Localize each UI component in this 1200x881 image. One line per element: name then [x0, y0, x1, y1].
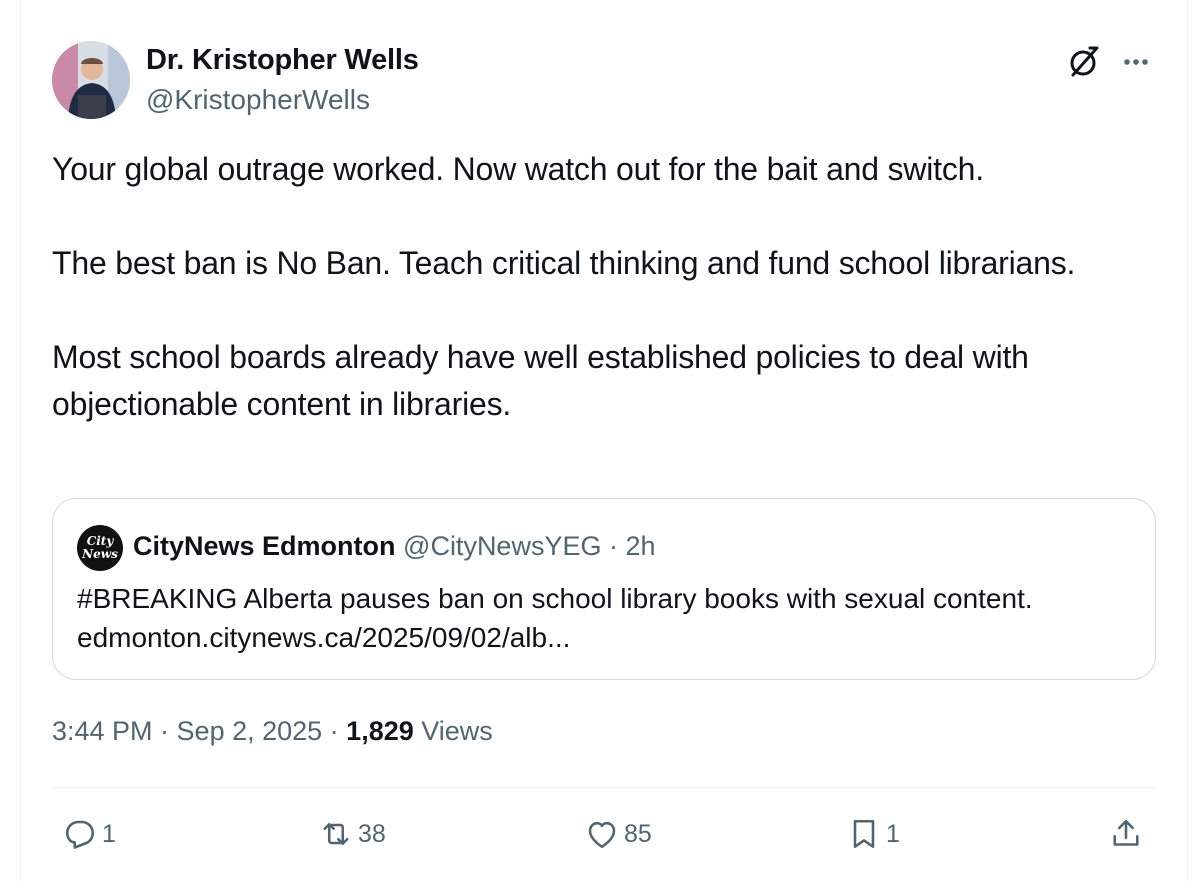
bookmark-count: 1 [886, 819, 900, 848]
retweet-icon [323, 822, 349, 846]
share-button[interactable] [1108, 814, 1144, 854]
like-button[interactable]: 85 [584, 814, 652, 854]
like-count: 85 [624, 819, 652, 848]
reply-count: 1 [102, 819, 116, 848]
quoted-tweet-header: CityNews Edmonton @CityNewsYEG · 2h [133, 531, 656, 562]
quoted-tweet-text: #BREAKING Alberta pauses ban on school l… [77, 579, 1137, 657]
quoted-author-name: CityNews Edmonton [133, 531, 396, 561]
logo-text: City [86, 534, 114, 548]
reply-icon [65, 820, 95, 849]
author-display-name[interactable]: Dr. Kristopher Wells [146, 44, 419, 77]
views-count: 1,829 [346, 716, 414, 746]
tweet-metadata: 3:44 PM · Sep 2, 2025 · 1,829 Views [52, 716, 493, 747]
retweet-count: 38 [358, 819, 386, 848]
heart-icon [588, 821, 616, 849]
grok-icon[interactable] [1066, 44, 1102, 80]
retweet-button[interactable]: 38 [318, 814, 386, 854]
author-avatar[interactable] [52, 41, 130, 119]
quoted-tweet-line: #BREAKING Alberta pauses ban on school l… [77, 583, 1033, 614]
tweet-text: Your global outrage worked. Now watch ou… [52, 146, 1152, 428]
logo-text: News [82, 547, 118, 561]
avatar-photo [52, 41, 130, 119]
quoted-tweet-link: edmonton.citynews.ca/2025/09/02/alb... [77, 622, 571, 653]
tweet-timestamp[interactable]: 3:44 PM · Sep 2, 2025 · [52, 716, 346, 746]
author-handle[interactable]: @KristopherWells [146, 84, 370, 116]
more-icon[interactable] [1118, 44, 1154, 80]
timeline-border-right [1187, 0, 1188, 881]
citynews-logo: City News [77, 525, 123, 571]
tweet-paragraph: Most school boards already have well est… [52, 339, 1029, 422]
views-label: Views [413, 716, 493, 746]
reply-button[interactable]: 1 [62, 814, 116, 854]
bookmark-button[interactable]: 1 [846, 814, 900, 854]
share-icon [1113, 819, 1139, 846]
bookmark-icon [853, 819, 875, 849]
timeline-border-left [20, 0, 21, 881]
divider [52, 787, 1156, 788]
quoted-tweet-card[interactable]: City News CityNews Edmonton @CityNewsYEG… [52, 498, 1156, 680]
quoted-author-meta: @CityNewsYEG · 2h [403, 531, 656, 561]
tweet-paragraph: The best ban is No Ban. Teach critical t… [52, 245, 1076, 281]
tweet-paragraph: Your global outrage worked. Now watch ou… [52, 151, 984, 187]
